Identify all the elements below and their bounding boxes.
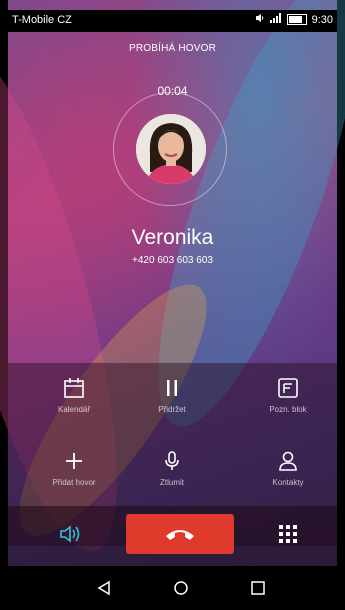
end-call-icon (164, 526, 196, 547)
dialpad-button[interactable] (278, 524, 298, 549)
hold-label: Přidržet (158, 405, 186, 414)
hold-button[interactable]: Přidržet (117, 377, 227, 414)
caller-name: Veronika (131, 226, 214, 249)
back-icon[interactable] (96, 580, 112, 601)
status-icons: 9:30 (255, 13, 333, 26)
navigation-bar (8, 566, 337, 610)
plus-icon (19, 450, 129, 472)
notepad-label: Pozn. blok (269, 405, 307, 414)
signal-icon (269, 13, 282, 26)
notepad-icon (233, 377, 343, 399)
mute-button[interactable]: Ztlumit (117, 450, 227, 487)
microphone-icon (117, 450, 227, 472)
carrier-name: T-Mobile CZ (12, 14, 72, 26)
add-call-label: Přidat hovor (52, 478, 96, 487)
notepad-button[interactable]: Pozn. blok (233, 377, 343, 414)
add-call-button[interactable]: Přidat hovor (19, 450, 129, 487)
status-bar: T-Mobile CZ 9:30 (8, 10, 337, 32)
call-state: PROBÍHÁ HOVOR (128, 43, 217, 54)
sound-icon (255, 13, 265, 26)
end-call-button[interactable] (126, 514, 234, 554)
battery-icon (286, 14, 307, 25)
pause-icon (117, 377, 227, 399)
clock: 9:30 (311, 13, 333, 26)
contacts-icon (233, 450, 343, 472)
calendar-button[interactable]: Kalendář (19, 377, 129, 414)
mute-label: Ztlumit (160, 478, 184, 487)
avatar (136, 114, 206, 184)
calendar-label: Kalendář (57, 405, 91, 414)
speaker-icon (59, 525, 81, 548)
dialpad-icon (278, 525, 298, 548)
contacts-button[interactable]: Kontakty (233, 450, 343, 487)
speaker-button[interactable] (59, 524, 81, 549)
calendar-icon (19, 377, 129, 399)
recents-icon[interactable] (250, 580, 266, 601)
contacts-label: Kontakty (272, 478, 304, 487)
caller-number: +420 603 603 603 (132, 255, 213, 266)
call-screen: T-Mobile CZ 9:30 PROBÍHÁ HOVOR 00:04 Ver… (0, 0, 345, 610)
home-icon[interactable] (173, 580, 189, 601)
